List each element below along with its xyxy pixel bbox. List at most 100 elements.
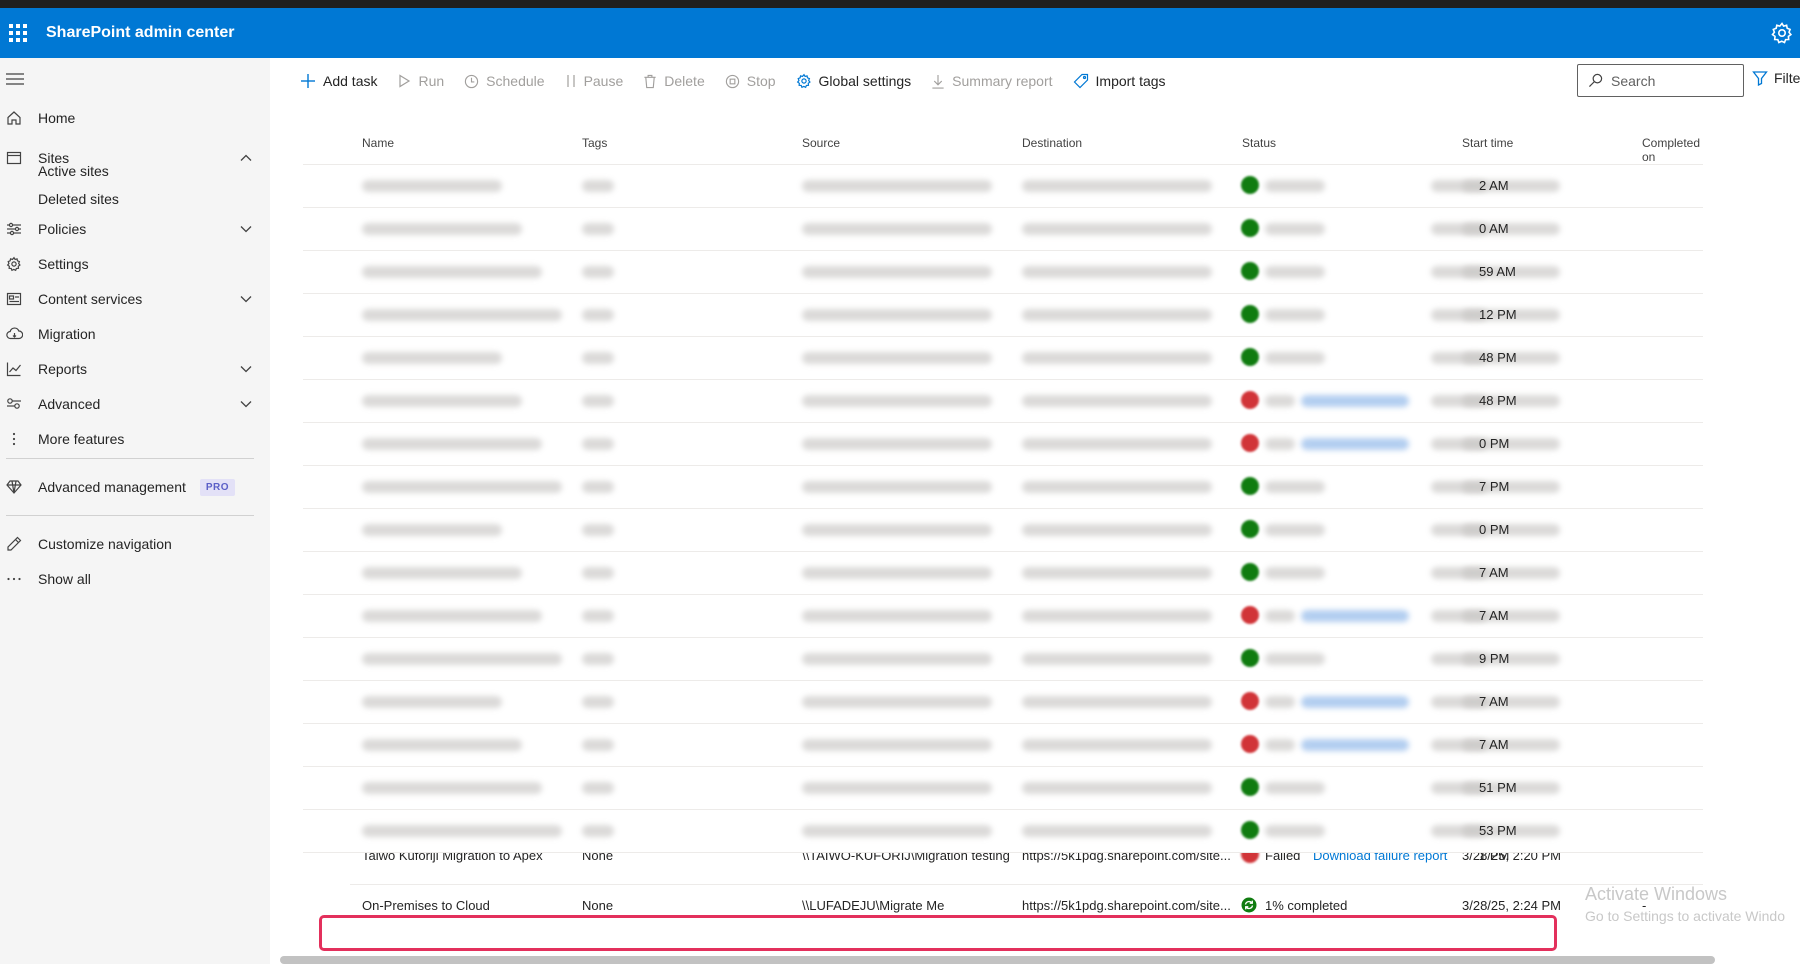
pause-button[interactable]: Pause: [565, 73, 623, 89]
redacted-cell: [582, 438, 614, 450]
table-row[interactable]: 51 PM: [303, 766, 1703, 809]
column-header-destination[interactable]: Destination: [1022, 136, 1082, 150]
table-row[interactable]: 7 AM: [303, 551, 1703, 594]
redacted-cell: [1022, 825, 1212, 837]
tag-icon: [1073, 73, 1088, 89]
app-title[interactable]: SharePoint admin center: [46, 24, 235, 42]
play-icon: [399, 74, 411, 88]
table-row[interactable]: 12 PM: [303, 293, 1703, 336]
column-header-status[interactable]: Status: [1242, 136, 1276, 150]
summary-report-button[interactable]: Summary report: [931, 73, 1053, 89]
hamburger-icon[interactable]: [6, 72, 24, 86]
column-header-completed-on[interactable]: Completed on: [1642, 136, 1703, 164]
redacted-cell: [362, 180, 502, 192]
table-row[interactable]: 48 PM: [303, 336, 1703, 379]
status-completed-icon: [1241, 348, 1259, 366]
table-row[interactable]: 0 PM: [303, 508, 1703, 551]
stop-button[interactable]: Stop: [725, 73, 776, 89]
redacted-cell: [802, 266, 992, 278]
nav-deleted-sites[interactable]: Deleted sites: [38, 191, 119, 207]
table-row[interactable]: 48 PM: [303, 379, 1703, 422]
column-header-name[interactable]: Name: [362, 136, 394, 150]
redacted-cell: [1265, 438, 1295, 450]
table-row[interactable]: 9 PM: [303, 637, 1703, 680]
redacted-cell: [1265, 653, 1325, 665]
schedule-button[interactable]: Schedule: [464, 73, 545, 89]
nav-active-sites[interactable]: Active sites: [38, 163, 109, 179]
nav-more-features[interactable]: More features: [0, 421, 270, 457]
table-row[interactable]: Taiwo Kuforiji Migration to Apex None \\TA…: [303, 852, 1703, 882]
table-row[interactable]: 0 PM: [303, 422, 1703, 465]
nav-advanced[interactable]: Advanced: [0, 386, 270, 422]
chevron-down-icon[interactable]: [240, 363, 252, 375]
destination-cell: https://5k1pdg.sharepoint.com/site...: [1022, 898, 1231, 913]
table-row[interactable]: 2 AM: [303, 164, 1703, 207]
redacted-cell: [1265, 610, 1295, 622]
table-row[interactable]: 7 AM: [303, 594, 1703, 637]
search-input[interactable]: Search: [1577, 64, 1744, 97]
failure-report-link[interactable]: [1301, 438, 1409, 450]
redacted-cell: [802, 696, 992, 708]
failure-report-link[interactable]: [1301, 395, 1409, 407]
column-header-source[interactable]: Source: [802, 136, 840, 150]
column-header-start-time[interactable]: Start time: [1462, 136, 1513, 150]
redacted-cell: [1265, 395, 1295, 407]
redacted-cell: [1265, 524, 1325, 536]
chevron-down-icon[interactable]: [240, 293, 252, 305]
global-settings-button[interactable]: Global settings: [796, 73, 911, 89]
completed-on-cell: 7 PM: [1479, 479, 1510, 494]
filter-button[interactable]: Filte: [1752, 70, 1800, 86]
redacted-cell: [362, 309, 562, 321]
completed-on-cell: 2 AM: [1479, 178, 1509, 193]
chevron-down-icon[interactable]: [240, 398, 252, 410]
redacted-cell: [582, 223, 614, 235]
table-row[interactable]: 0 AM: [303, 207, 1703, 250]
redacted-cell: [1265, 825, 1325, 837]
table-row[interactable]: 7 PM: [303, 465, 1703, 508]
nav-customize-navigation[interactable]: Customize navigation: [0, 526, 270, 562]
completed-on-cell: 7 AM: [1479, 608, 1509, 623]
table-row[interactable]: 59 AM: [303, 250, 1703, 293]
pro-badge: PRO: [199, 478, 236, 496]
settings-gear-icon[interactable]: [1770, 21, 1794, 45]
chevron-up-icon[interactable]: [240, 152, 252, 164]
nav-content-services[interactable]: Content services: [0, 281, 270, 317]
horizontal-scrollbar[interactable]: [280, 956, 1715, 964]
nav-migration[interactable]: Migration: [0, 316, 270, 352]
failure-report-link[interactable]: [1301, 696, 1409, 708]
redacted-cell: [1022, 309, 1212, 321]
column-header-tags[interactable]: Tags: [582, 136, 607, 150]
table-row[interactable]: 7 AM: [303, 680, 1703, 723]
delete-button[interactable]: Delete: [643, 73, 705, 89]
app-launcher-icon[interactable]: [4, 19, 32, 47]
nav-policies[interactable]: Policies: [0, 211, 270, 247]
failure-report-link[interactable]: [1301, 610, 1409, 622]
nav-advanced-management[interactable]: Advanced management PRO: [0, 469, 270, 505]
content-services-icon: [5, 290, 23, 308]
failure-report-link[interactable]: Download failure report: [1313, 853, 1447, 863]
nav-reports[interactable]: Reports: [0, 351, 270, 387]
status-failed-icon: [1241, 853, 1259, 863]
plus-icon: [301, 74, 315, 88]
chevron-down-icon[interactable]: [240, 223, 252, 235]
advanced-icon: [5, 395, 23, 413]
trash-icon: [644, 74, 656, 88]
import-tags-button[interactable]: Import tags: [1073, 73, 1166, 89]
add-task-button[interactable]: Add task: [300, 73, 377, 89]
completed-on-cell: 7 AM: [1479, 694, 1509, 709]
redacted-cell: [582, 739, 614, 751]
nav-show-all[interactable]: Show all: [0, 561, 270, 597]
status-completed-icon: [1241, 563, 1259, 581]
migration-icon: [5, 325, 23, 343]
redacted-cell: [802, 653, 992, 665]
table-row[interactable]: 7 AM: [303, 723, 1703, 766]
redacted-cell: [802, 524, 992, 536]
failure-report-link[interactable]: [1301, 739, 1409, 751]
table-row[interactable]: 53 PM: [303, 809, 1703, 852]
redacted-cell: [362, 653, 562, 665]
run-button[interactable]: Run: [397, 73, 444, 89]
name-cell: Taiwo Kuforiji Migration to Apex: [362, 852, 543, 863]
nav-settings[interactable]: Settings: [0, 246, 270, 282]
nav-home[interactable]: Home: [0, 100, 270, 136]
redacted-cell: [802, 481, 992, 493]
